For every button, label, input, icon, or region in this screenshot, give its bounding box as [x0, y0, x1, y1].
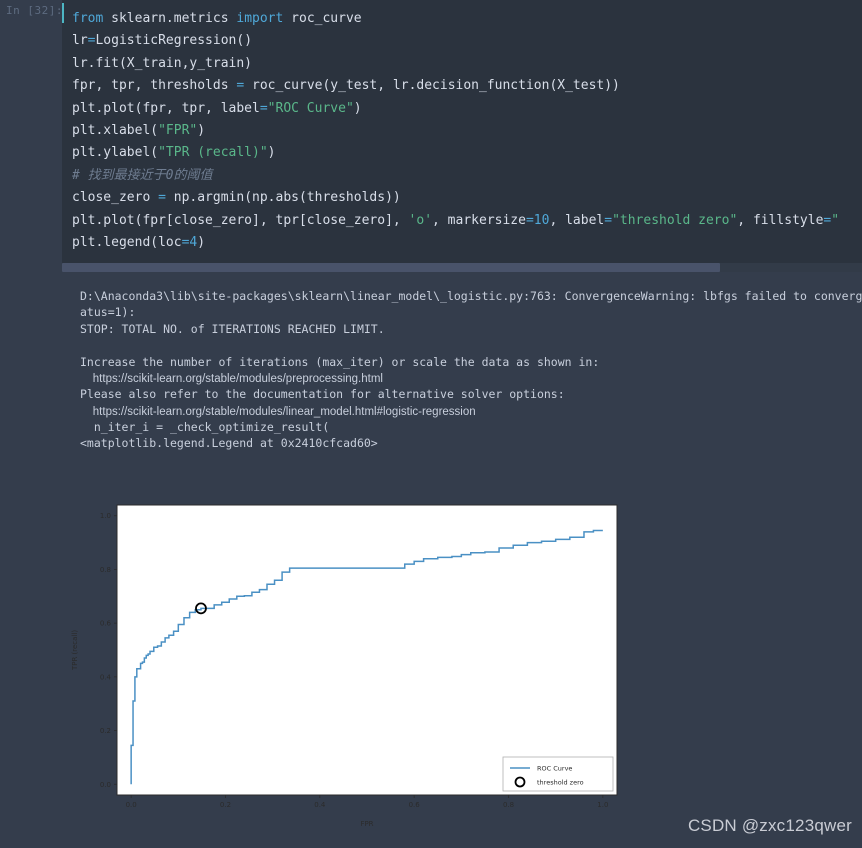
- code-line: fpr, tpr, thresholds = roc_curve(y_test,…: [72, 78, 620, 94]
- code-text: from sklearn.metrics import roc_curve lr=…: [72, 8, 862, 254]
- output-line: n_iter_i = _check_optimize_result(: [80, 420, 330, 435]
- notebook-cell: In [32]: from sklearn.metrics import roc…: [0, 0, 862, 848]
- y-axis-label: TPR (recall): [71, 630, 79, 671]
- code-line: from sklearn.metrics import roc_curve: [72, 11, 362, 26]
- output-line: Increase the number of iterations (max_i…: [80, 354, 600, 369]
- prompt-gutter: In [32]:: [0, 0, 62, 272]
- x-tick-label: 0.0: [126, 801, 137, 809]
- y-tick-label: 0.8: [100, 566, 111, 574]
- y-axis-ticks: 0.0 0.2 0.4 0.6 0.8 1.0: [100, 512, 117, 789]
- output-line: STOP: TOTAL NO. of ITERATIONS REACHED LI…: [80, 321, 385, 336]
- code-line: lr.fit(X_train,y_train): [72, 55, 253, 71]
- x-tick-label: 0.4: [314, 801, 326, 809]
- y-tick-label: 0.2: [100, 727, 111, 735]
- output-line: Please also refer to the documentation f…: [80, 387, 565, 402]
- legend-label: ROC Curve: [537, 765, 572, 773]
- matplotlib-figure: 0.0 0.2 0.4 0.6 0.8 1.0 0.0 0.2 0.4 0.6 0.8 1.0 RO…: [60, 504, 650, 834]
- y-tick-label: 0.6: [100, 620, 112, 628]
- x-axis-label: FPR: [360, 820, 373, 828]
- code-line: plt.xlabel("FPR"): [72, 122, 206, 138]
- code-editor[interactable]: from sklearn.metrics import roc_curve lr=…: [62, 0, 862, 272]
- text-cursor: [62, 3, 64, 23]
- stderr-output: D:\Anaconda3\lib\site-packages\sklearn\l…: [80, 288, 862, 436]
- legend-label: threshold zero: [537, 779, 584, 787]
- code-horizontal-scrollbar[interactable]: [62, 263, 862, 272]
- y-tick-label: 1.0: [100, 512, 111, 520]
- chart-legend: ROC Curve threshold zero: [502, 756, 614, 792]
- code-line: # 找到最接近于0的阈值: [72, 167, 213, 183]
- cell-output-area: D:\Anaconda3\lib\site-packages\sklearn\l…: [0, 272, 862, 848]
- x-tick-label: 0.6: [409, 801, 421, 809]
- code-line: plt.ylabel("TPR (recall)"): [72, 145, 276, 161]
- code-line: plt.plot(fpr, tpr, label="ROC Curve"): [72, 100, 362, 116]
- code-input-area: In [32]: from sklearn.metrics import roc…: [0, 0, 862, 272]
- y-tick-label: 0.4: [100, 673, 112, 681]
- output-line: atus=1):: [80, 305, 136, 320]
- y-tick-label: 0.0: [100, 781, 111, 789]
- code-line: plt.plot(fpr[close_zero], tpr[close_zero…: [72, 212, 840, 228]
- code-line: lr=LogisticRegression(): [72, 33, 253, 49]
- scrollbar-thumb[interactable]: [62, 263, 720, 272]
- code-line: close_zero = np.argmin(np.abs(thresholds…: [72, 190, 401, 206]
- execution-count-label: In [32]:: [6, 4, 63, 17]
- output-line: https://scikit-learn.org/stable/modules/…: [80, 405, 476, 418]
- x-tick-label: 0.8: [503, 801, 514, 809]
- code-line: plt.legend(loc=4): [72, 234, 206, 250]
- x-axis-ticks: 0.0 0.2 0.4 0.6 0.8 1.0: [126, 795, 608, 809]
- x-tick-label: 0.2: [220, 801, 231, 809]
- plot-background: [116, 504, 618, 796]
- csdn-watermark: CSDN @zxc123qwer: [687, 816, 852, 835]
- output-line: D:\Anaconda3\lib\site-packages\sklearn\l…: [80, 289, 862, 303]
- output-repr-text: <matplotlib.legend.Legend at 0x2410cfcad…: [80, 436, 378, 450]
- output-line: https://scikit-learn.org/stable/modules/…: [80, 372, 383, 385]
- x-tick-label: 1.0: [597, 801, 608, 809]
